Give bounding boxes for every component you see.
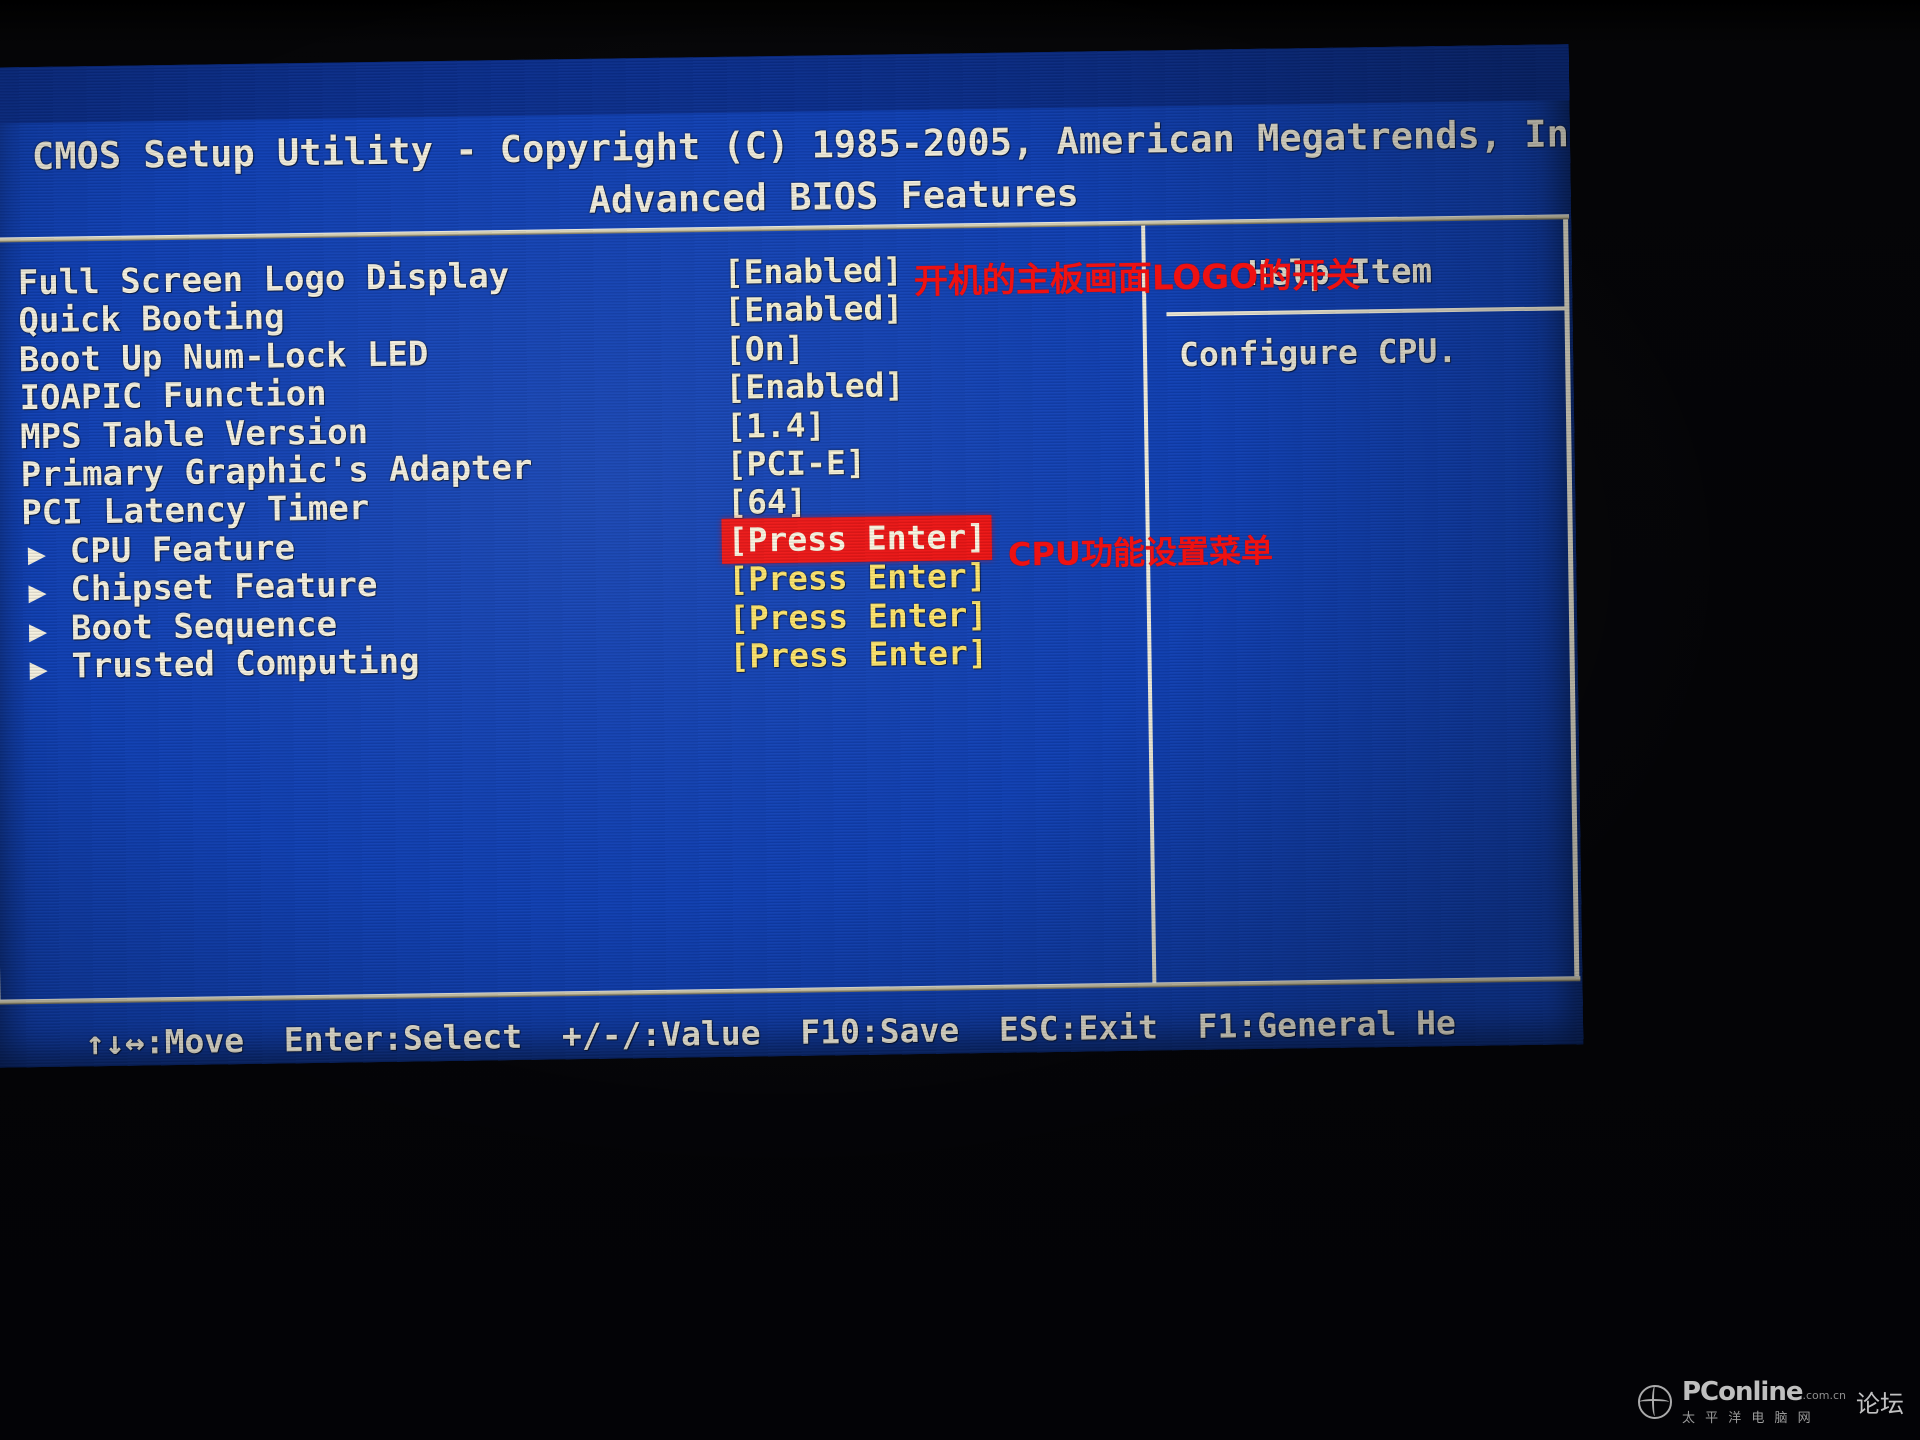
photo-of-monitor: CMOS Setup Utility - Copyright (C) 1985-… — [0, 0, 1920, 1440]
setting-row-value[interactable]: [1.4] — [726, 405, 826, 445]
watermark-brand: PConline — [1682, 1377, 1803, 1407]
help-title-underline — [1166, 306, 1567, 317]
setting-row-value[interactable]: [Press Enter] — [728, 556, 987, 599]
setting-row-label[interactable]: CPU Feature — [70, 528, 296, 571]
setting-row-value[interactable]: [Enabled] — [723, 250, 902, 292]
submenu-arrow-icon: ▶ — [28, 575, 47, 611]
watermark: PConline .com.cn 太 平 洋 电 脑 网 论坛 — [1638, 1377, 1904, 1426]
page-subtitle: Advanced BIOS Features — [588, 171, 1080, 222]
annotation-logo-display: 开机的主板画面LOGO的开关 — [913, 255, 1361, 302]
setting-row-label[interactable]: IOAPIC Function — [19, 374, 327, 419]
submenu-arrow-icon: ▶ — [28, 613, 48, 649]
setting-row-label[interactable]: Boot Up Num-Lock LED — [19, 334, 429, 380]
globe-icon — [1638, 1384, 1672, 1419]
setting-row-value[interactable]: [Enabled] — [725, 365, 904, 407]
submenu-arrow-icon: ▶ — [29, 651, 48, 688]
setting-row-label[interactable]: Boot Sequence — [71, 604, 338, 648]
setting-row-value[interactable]: [PCI-E] — [726, 443, 866, 484]
annotation-cpu-feature: CPU功能设置菜单 — [1007, 531, 1274, 574]
setting-row-value[interactable]: [On] — [725, 328, 805, 368]
page-title: CMOS Setup Utility - Copyright (C) 1985-… — [31, 112, 1570, 179]
setting-row-value[interactable]: [Enabled] — [724, 289, 903, 331]
bios-screen: CMOS Setup Utility - Copyright (C) 1985-… — [0, 44, 1584, 1068]
setting-row-value[interactable]: [Press Enter] — [729, 633, 988, 676]
setting-row-label[interactable]: Full Screen Logo Display — [18, 256, 510, 303]
help-pane-body: Configure CPU. — [1178, 330, 1458, 375]
setting-row-label[interactable]: Quick Booting — [18, 298, 285, 342]
watermark-tagline: 太 平 洋 电 脑 网 — [1682, 1411, 1814, 1426]
setting-row-value[interactable]: [64] — [727, 482, 807, 522]
watermark-domain: .com.cn — [1802, 1389, 1846, 1402]
watermark-section: 论坛 — [1856, 1390, 1904, 1418]
setting-row-value[interactable]: [Press Enter] — [729, 595, 988, 638]
submenu-arrow-icon: ▶ — [27, 536, 47, 572]
setting-row-label[interactable]: Chipset Feature — [70, 565, 378, 610]
setting-row-label[interactable]: PCI Latency Timer — [21, 488, 370, 533]
setting-row-label[interactable]: Trusted Computing — [71, 641, 420, 686]
setting-row-label[interactable]: Primary Graphic's Adapter — [20, 448, 532, 496]
